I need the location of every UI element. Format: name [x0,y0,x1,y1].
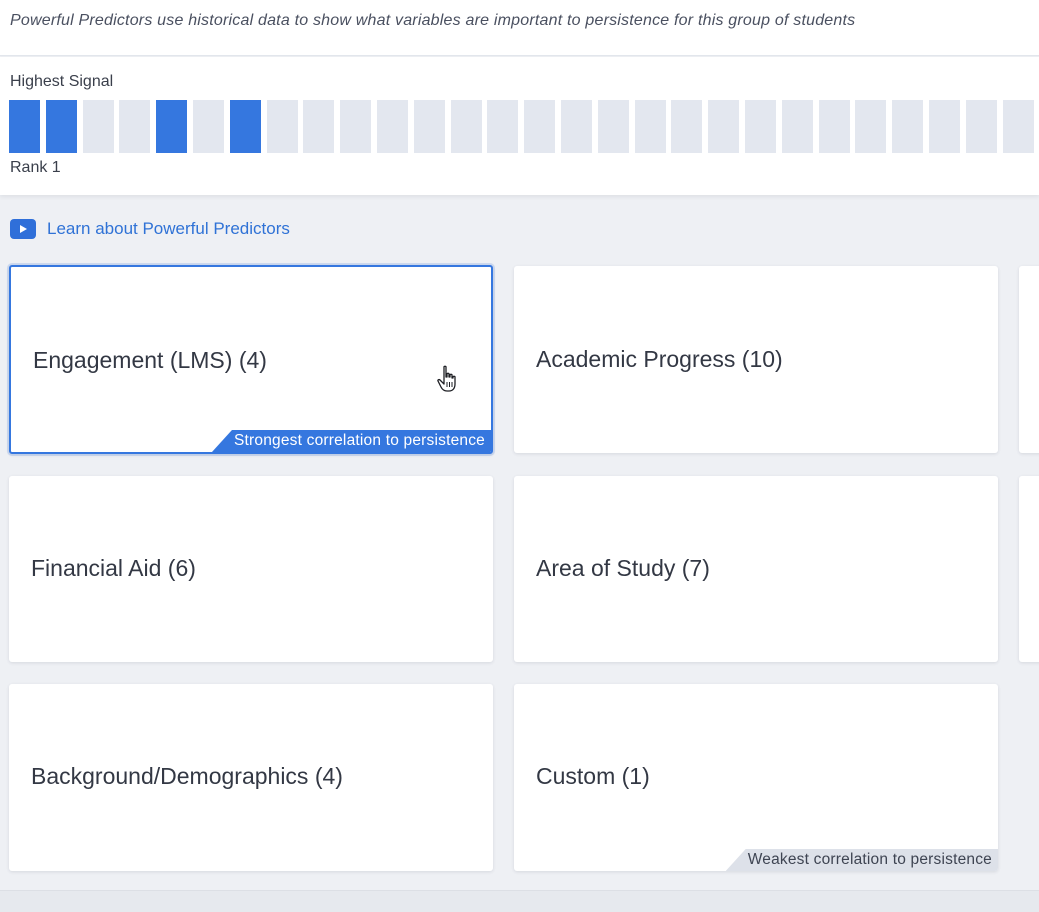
powerful-predictors-page: Powerful Predictors use historical data … [0,0,1039,912]
card-label: Financial Aid (6) [31,555,196,581]
card-area-of-study[interactable]: Area of Study (7) [514,476,998,662]
signal-block [671,100,703,153]
video-play-icon [10,219,36,239]
hand-pointer-icon [437,365,456,392]
card-background-demographics[interactable]: Background/Demographics (4) [9,684,493,871]
signal-block [266,100,298,153]
bottom-strip [0,890,1039,912]
card-label: Background/Demographics (4) [31,763,343,789]
signal-block [634,100,666,153]
weakest-correlation-tag: Weakest correlation to persistence [725,849,998,871]
signal-block [376,100,408,153]
card-label: Custom (1) [536,763,650,789]
signal-block [524,100,556,153]
signal-block [303,100,335,153]
learn-about-powerful-predictors-link[interactable]: Learn about Powerful Predictors [10,219,290,239]
signal-block [781,100,813,153]
card-financial-aid[interactable]: Financial Aid (6) [9,476,493,662]
signal-block [119,100,151,153]
signal-block [340,100,372,153]
signal-block [818,100,850,153]
card-partial-col3-row1[interactable] [1019,266,1039,453]
strongest-correlation-tag: Strongest correlation to persistence [211,430,491,452]
signal-block [928,100,960,153]
signal-block [413,100,445,153]
signal-block [192,100,224,153]
learn-link-text: Learn about Powerful Predictors [47,219,290,238]
signal-block [892,100,924,153]
signal-block [708,100,740,153]
intro-bar: Powerful Predictors use historical data … [0,0,1039,56]
card-partial-col3-row2[interactable] [1019,476,1039,662]
card-engagement-lms[interactable]: Engagement (LMS) (4) Strongest correlati… [9,265,493,454]
card-label: Area of Study (7) [536,555,710,581]
signal-block [560,100,592,153]
signal-block [965,100,997,153]
signal-block [597,100,629,153]
signal-panel: Highest Signal Rank 1 [0,57,1039,195]
signal-block [855,100,887,153]
signal-block [1002,100,1034,153]
signal-block [229,100,261,153]
signal-block [487,100,519,153]
signal-rank-label: Rank 1 [10,159,61,176]
card-label: Academic Progress (10) [536,346,783,372]
signal-block [156,100,188,153]
signal-block [45,100,77,153]
signal-block [450,100,482,153]
signal-title: Highest Signal [10,73,114,90]
signal-block [9,100,40,153]
intro-text: Powerful Predictors use historical data … [10,12,856,29]
card-academic-progress[interactable]: Academic Progress (10) [514,266,998,453]
card-label: Engagement (LMS) (4) [33,347,267,373]
signal-block [82,100,114,153]
card-custom[interactable]: Custom (1) Weakest correlation to persis… [514,684,998,871]
signal-bar [9,100,1039,153]
signal-block [744,100,776,153]
